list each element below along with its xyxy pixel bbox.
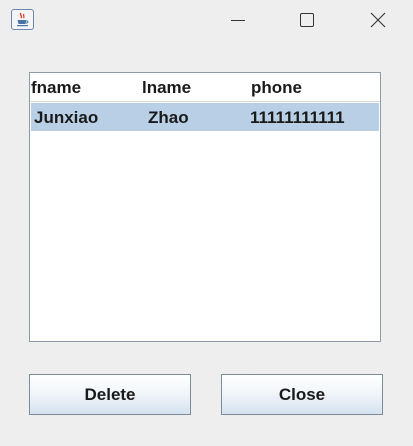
close-button[interactable]: Close <box>221 374 383 415</box>
title-bar <box>0 0 413 40</box>
column-header-lname[interactable]: lname <box>142 78 191 98</box>
window-close-button[interactable] <box>355 0 401 40</box>
delete-button[interactable]: Delete <box>29 374 191 415</box>
column-header-fname[interactable]: fname <box>31 78 81 98</box>
table-row[interactable]: Junxiao Zhao 11111111111 <box>31 103 379 131</box>
cell-lname: Zhao <box>148 108 189 127</box>
minimize-button[interactable] <box>215 0 261 40</box>
cell-fname: Junxiao <box>34 108 99 127</box>
contacts-table[interactable]: fname lname phone Junxiao Zhao 111111111… <box>29 72 381 342</box>
close-icon <box>370 12 386 28</box>
minimize-icon <box>231 20 245 21</box>
java-cup-icon[interactable] <box>11 9 34 30</box>
column-header-phone[interactable]: phone <box>251 78 302 98</box>
cell-phone: 11111111111 <box>250 108 345 127</box>
maximize-button[interactable] <box>284 0 330 40</box>
maximize-icon <box>300 13 314 27</box>
dialog-window: fname lname phone Junxiao Zhao 111111111… <box>0 0 413 446</box>
table-header: fname lname phone <box>30 73 380 102</box>
